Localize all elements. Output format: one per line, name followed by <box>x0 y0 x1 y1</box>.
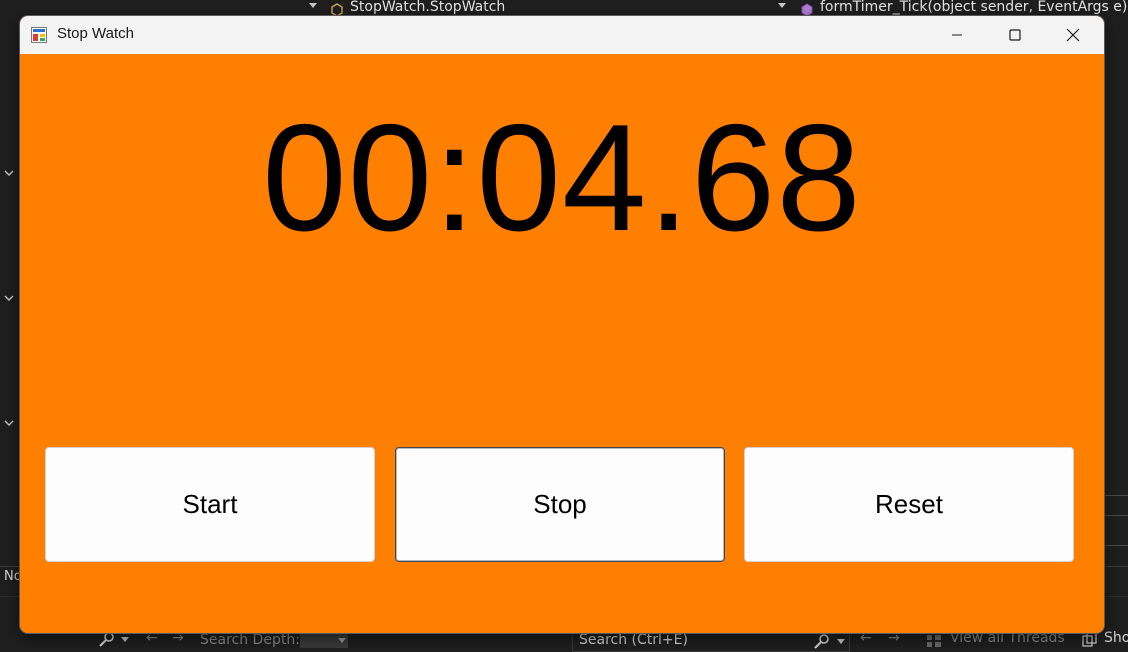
threads-grid-icon <box>927 635 941 647</box>
window-title: Stop Watch <box>57 25 134 42</box>
ide-editor-gutter <box>0 20 21 580</box>
search-placeholder: Search (Ctrl+E) <box>579 632 688 648</box>
chevron-down-icon[interactable] <box>121 637 129 642</box>
elapsed-time-display: 00:04.68 <box>262 93 862 263</box>
close-button[interactable] <box>1044 16 1102 54</box>
search-icon[interactable] <box>813 633 831 649</box>
start-button[interactable]: Start <box>45 447 375 562</box>
close-icon <box>1066 28 1080 42</box>
collapse-chevron-icon[interactable] <box>4 168 14 178</box>
copy-icon <box>1082 632 1097 647</box>
window-titlebar[interactable]: Stop Watch <box>20 16 1104 54</box>
search-depth-select[interactable] <box>300 632 348 648</box>
minimize-icon <box>952 34 962 36</box>
stop-button[interactable]: Stop <box>395 447 725 562</box>
collapse-chevron-icon[interactable] <box>4 293 14 303</box>
app-icon <box>31 27 47 43</box>
search-depth-label: Search Depth: <box>200 632 300 648</box>
method-icon <box>801 3 813 17</box>
reset-button[interactable]: Reset <box>744 447 1074 562</box>
collapse-chevron-icon[interactable] <box>4 418 14 428</box>
minimize-button[interactable] <box>928 16 986 54</box>
threads-search-input[interactable]: Search (Ctrl+E) <box>572 630 850 652</box>
stopwatch-client-area: 00:04.68 Start Stop Reset <box>20 54 1104 633</box>
chevron-down-icon[interactable] <box>778 3 786 8</box>
maximize-icon <box>1009 29 1021 41</box>
maximize-button[interactable] <box>986 16 1044 54</box>
search-icon[interactable] <box>98 631 116 647</box>
stopwatch-window: Stop Watch 00:04.68 Start Stop Reset <box>20 16 1104 633</box>
chevron-down-icon[interactable] <box>309 3 317 8</box>
class-icon <box>331 3 343 17</box>
ide-panel-edge <box>1104 495 1128 575</box>
show-button[interactable]: Sho <box>1104 630 1128 646</box>
